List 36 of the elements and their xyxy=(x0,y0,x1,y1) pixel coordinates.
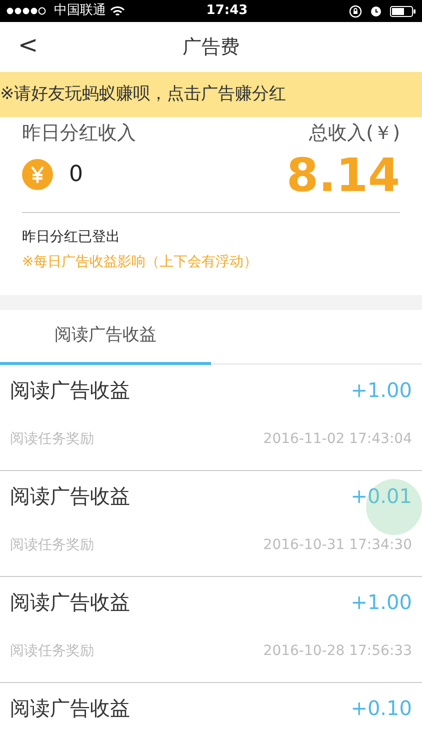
record-time: 2016-10-31 17:34:30 xyxy=(263,536,412,555)
record-row[interactable]: 阅读广告收益 +1.00 阅读任务奖励 2016-11-02 17:43:04 xyxy=(0,365,422,471)
back-button[interactable]: < xyxy=(12,30,44,62)
record-row[interactable]: 阅读广告收益 +1.00 阅读任务奖励 2016-10-28 17:56:33 xyxy=(0,577,422,683)
total-label: 总收入(￥) xyxy=(309,121,400,146)
record-title: 阅读广告收益 xyxy=(10,589,130,616)
record-row[interactable]: 阅读广告收益 +0.01 阅读任务奖励 2016-10-31 17:34:30 xyxy=(0,471,422,577)
record-source: 阅读任务奖励 xyxy=(10,536,94,555)
wifi-icon xyxy=(110,6,125,16)
record-source: 阅读任务奖励 xyxy=(10,642,94,661)
record-time: 2016-11-02 17:43:04 xyxy=(263,430,412,449)
alarm-icon xyxy=(370,5,382,17)
page-title: 广告费 xyxy=(182,34,240,60)
record-time: 2016-10-28 17:56:33 xyxy=(263,642,412,661)
signal-icon xyxy=(6,7,46,15)
rotation-lock-icon xyxy=(349,4,362,18)
record-title: 阅读广告收益 xyxy=(10,483,130,510)
record-row[interactable]: 阅读广告收益 +0.10 xyxy=(0,683,422,750)
yuan-coin-icon xyxy=(22,159,53,190)
fluctuation-note: ※每日广告收益影响（上下会有浮动） xyxy=(22,252,259,272)
record-title: 阅读广告收益 xyxy=(10,377,130,404)
total-value: 8.14 xyxy=(286,152,400,198)
payout-status: 昨日分红已登出 xyxy=(22,228,121,246)
yesterday-value: 0 xyxy=(69,161,83,189)
carrier-name: 中国联通 xyxy=(54,2,106,20)
record-amount: +0.01 xyxy=(350,483,412,510)
notice-banner: ※请好友玩蚂蚁赚呗，点击广告赚分红 xyxy=(0,72,422,117)
record-title: 阅读广告收益 xyxy=(10,695,130,722)
record-amount: +1.00 xyxy=(350,589,412,616)
tab[interactable]: 阅读广告收益 xyxy=(0,310,211,365)
record-source: 阅读任务奖励 xyxy=(10,430,94,449)
status-time: 17:43 xyxy=(206,2,248,20)
record-amount: +0.10 xyxy=(350,695,412,722)
yesterday-label: 昨日分红收入 xyxy=(22,121,136,146)
battery-icon xyxy=(390,6,416,16)
record-amount: +1.00 xyxy=(350,377,412,404)
